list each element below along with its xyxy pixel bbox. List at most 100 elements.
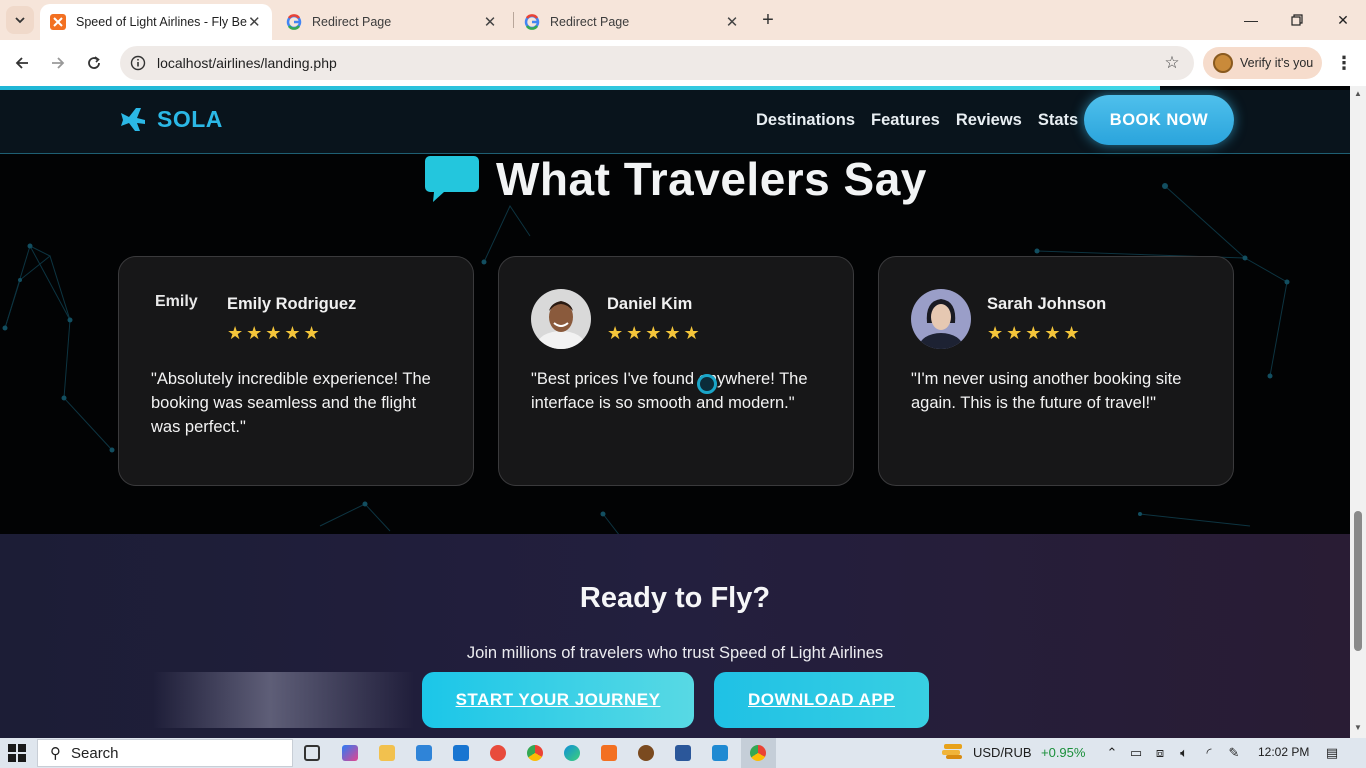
reviewer-name: Emily Rodriguez [227, 295, 357, 313]
xampp-icon[interactable] [597, 741, 621, 765]
restore-icon[interactable] [1274, 0, 1320, 40]
nav-features[interactable]: Features [871, 111, 940, 130]
nav-destinations[interactable]: Destinations [756, 111, 855, 130]
taskbar-search[interactable]: ⚲ Search [37, 739, 293, 767]
copilot-icon[interactable] [338, 741, 362, 765]
cta-title: Ready to Fly? [579, 582, 771, 614]
avatar-broken-image: Emily [155, 293, 198, 310]
vscode-icon[interactable] [708, 741, 732, 765]
chevron-down-icon [15, 17, 25, 24]
tab-title: Speed of Light Airlines - Fly Bey [76, 15, 247, 29]
windows-taskbar: ⚲ Search USD/RUB +0.95% ⌃ ▭ ⧈ 🔈︎ ◜ ✎ 12:… [0, 738, 1366, 768]
minimize-icon[interactable]: — [1228, 0, 1274, 40]
review-card: Emily Emily Rodriguez ★★★★★ "Absolutely … [118, 256, 474, 486]
rating-stars: ★★★★★ [607, 323, 703, 343]
tab-title: Redirect Page [312, 15, 392, 29]
kebab-menu-icon[interactable]: ⋮ [1334, 53, 1354, 73]
reviews-heading: What Travelers Say [424, 152, 927, 206]
close-window-icon[interactable]: ✕ [1320, 0, 1366, 40]
profile-avatar [1213, 53, 1233, 73]
file-explorer-icon[interactable] [375, 741, 399, 765]
chevron-up-icon[interactable]: ⌃ [1104, 745, 1120, 761]
ticker-change: +0.95% [1041, 745, 1086, 760]
volume-icon[interactable]: 🔈︎ [1176, 745, 1192, 761]
store-icon[interactable] [412, 741, 436, 765]
site-header: SOLA Destinations Features Reviews Stats… [0, 90, 1350, 154]
tab-redirect-2[interactable]: Redirect Page ✕ [514, 4, 750, 40]
app-icon[interactable] [634, 741, 658, 765]
close-icon[interactable]: ✕ [247, 14, 262, 31]
review-quote: "Best prices I've found anywhere! The in… [531, 370, 808, 412]
windows-start-icon[interactable] [8, 744, 26, 762]
bookmark-star-icon[interactable]: ☆ [1162, 53, 1182, 73]
start-journey-button[interactable]: START YOUR JOURNEY [422, 672, 694, 728]
search-icon: ⚲ [50, 745, 61, 762]
nav-reviews[interactable]: Reviews [956, 111, 1022, 130]
site-info-icon[interactable] [128, 53, 148, 73]
review-quote: "Absolutely incredible experience! The b… [151, 370, 431, 436]
chrome-active-icon[interactable] [746, 741, 770, 765]
tab-title: Redirect Page [550, 15, 630, 29]
google-favicon-icon [286, 14, 302, 30]
rating-stars: ★★★★★ [227, 323, 323, 343]
page-viewport: SOLA Destinations Features Reviews Stats… [0, 86, 1350, 738]
google-favicon-icon [524, 14, 540, 30]
back-icon[interactable] [8, 49, 36, 77]
meet-icon[interactable]: ⧈ [1152, 745, 1168, 761]
plane-logo-icon [118, 104, 148, 134]
logo-text: SOLA [157, 105, 223, 132]
browser-toolbar: localhost/airlines/landing.php ☆ Verify … [0, 40, 1366, 86]
decorative-glow [152, 672, 414, 728]
ticker-symbol: USD/RUB [973, 745, 1032, 760]
battery-icon[interactable]: ▭ [1128, 745, 1144, 761]
review-card: Sarah Johnson ★★★★★ "I'm never using ano… [878, 256, 1234, 486]
review-card: Daniel Kim ★★★★★ "Best prices I've found… [498, 256, 854, 486]
review-quote: "I'm never using another booking site ag… [911, 370, 1182, 412]
book-now-button[interactable]: BOOK NOW [1084, 95, 1234, 145]
close-icon[interactable]: ✕ [482, 14, 498, 31]
verify-identity-button[interactable]: Verify it's you [1203, 47, 1322, 79]
page-scrollbar[interactable]: ▲ ▼ [1350, 86, 1366, 738]
avatar [911, 289, 971, 349]
forward-icon[interactable] [44, 49, 72, 77]
word-icon[interactable] [671, 741, 695, 765]
section-title: What Travelers Say [496, 153, 927, 205]
nav-stats[interactable]: Stats [1038, 111, 1078, 130]
search-label: Search [71, 744, 119, 762]
xampp-favicon-icon [50, 14, 66, 30]
cursor-loader-icon [697, 374, 717, 394]
avatar [531, 289, 591, 349]
edge-icon[interactable] [560, 741, 584, 765]
url-text: localhost/airlines/landing.php [157, 55, 337, 71]
cta-section: Ready to Fly? Join millions of travelers… [0, 534, 1350, 738]
new-tab-icon[interactable]: + [758, 9, 778, 31]
wifi-icon[interactable]: ◜ [1201, 745, 1217, 761]
verify-label: Verify it's you [1240, 56, 1314, 70]
app-icon[interactable] [486, 741, 510, 765]
tab-search-button[interactable] [6, 6, 34, 34]
address-bar[interactable]: localhost/airlines/landing.php ☆ [120, 46, 1194, 80]
chrome-icon[interactable] [523, 741, 547, 765]
close-icon[interactable]: ✕ [724, 14, 740, 31]
tab-speed-of-light[interactable]: Speed of Light Airlines - Fly Bey ✕ [40, 4, 272, 40]
reload-icon[interactable] [80, 49, 108, 77]
task-view-icon[interactable] [300, 741, 324, 765]
clock-time[interactable]: 12:02 PM [1258, 745, 1309, 759]
chat-bubble-icon [425, 156, 479, 202]
notifications-icon[interactable]: ▤ [1324, 745, 1340, 761]
tab-redirect-1[interactable]: Redirect Page ✕ [276, 4, 508, 40]
scroll-up-icon[interactable]: ▲ [1354, 90, 1362, 98]
reviewer-name: Daniel Kim [607, 295, 693, 313]
rating-stars: ★★★★★ [987, 323, 1083, 343]
browser-tabstrip: Speed of Light Airlines - Fly Bey ✕ Redi… [0, 0, 1366, 40]
mail-icon[interactable] [449, 741, 473, 765]
cta-subtitle: Join millions of travelers who trust Spe… [466, 644, 884, 662]
pen-icon[interactable]: ✎ [1226, 745, 1242, 761]
reviewer-name: Sarah Johnson [987, 295, 1107, 313]
scroll-down-icon[interactable]: ▼ [1354, 724, 1362, 732]
download-app-button[interactable]: DOWNLOAD APP [714, 672, 929, 728]
stock-widget-icon[interactable] [942, 743, 964, 759]
scrollbar-thumb[interactable] [1354, 511, 1362, 651]
site-logo[interactable]: SOLA [118, 104, 223, 134]
scroll-progress-bar [0, 86, 1160, 90]
